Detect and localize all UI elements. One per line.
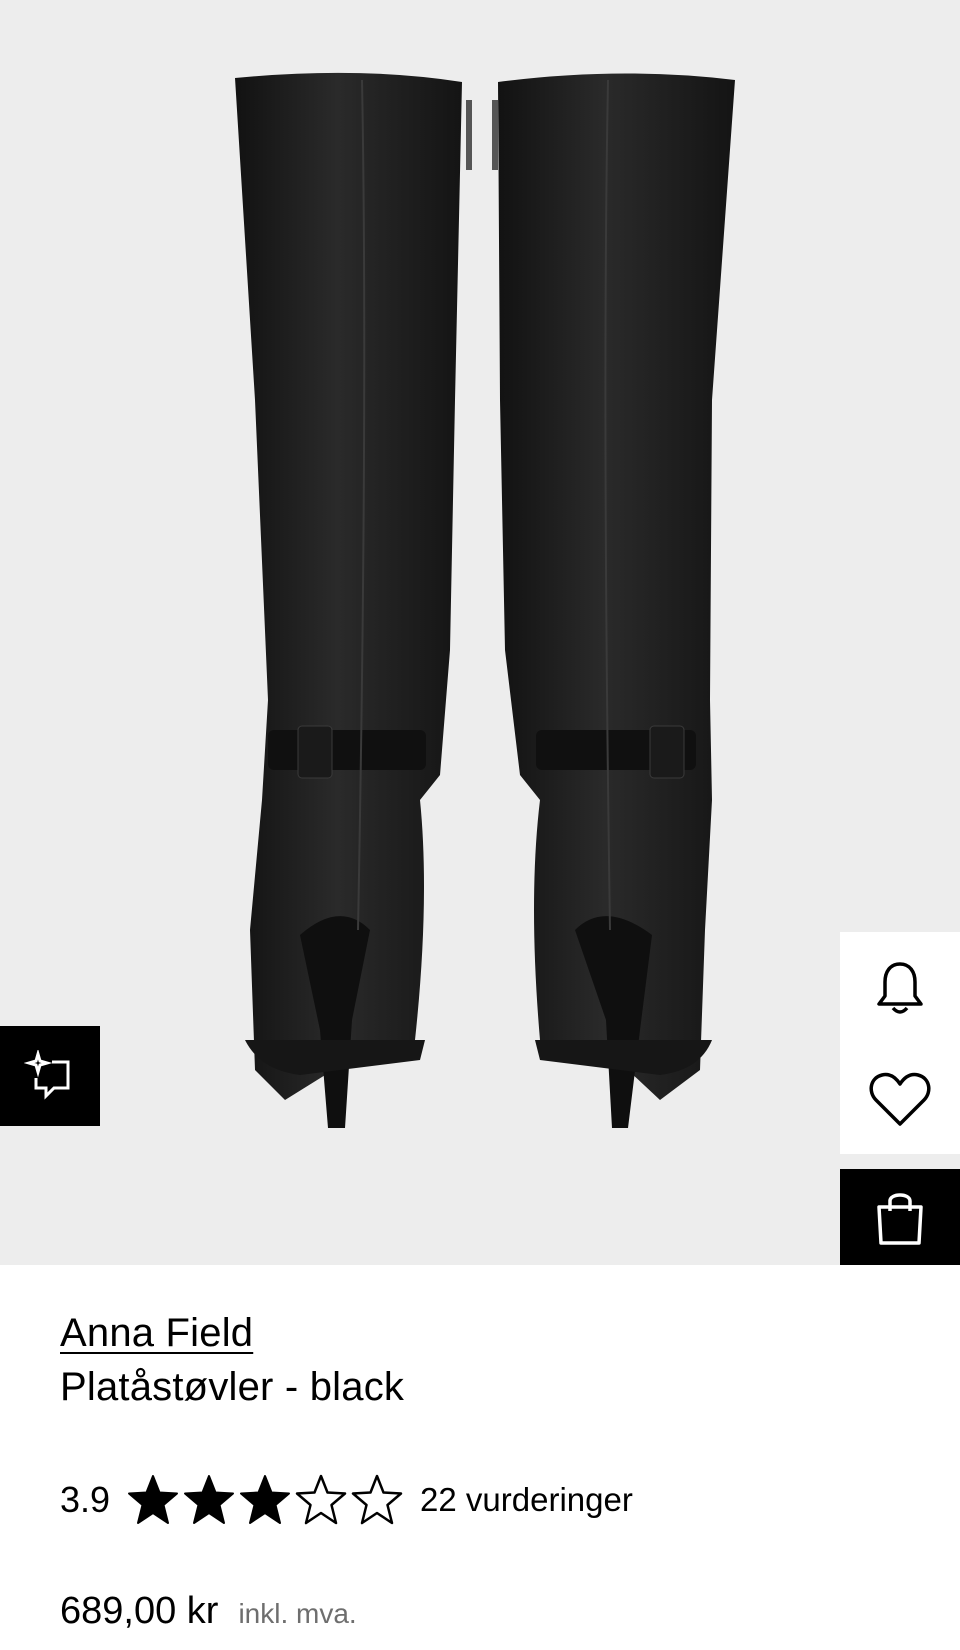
heart-icon: [869, 1072, 931, 1126]
shopping-bag-icon: [877, 1193, 923, 1245]
star-filled-icon: [184, 1475, 235, 1524]
bell-icon: [877, 961, 923, 1014]
find-similar-button[interactable]: [0, 1026, 100, 1126]
notify-button[interactable]: [840, 932, 960, 1043]
star-filled-icon: [240, 1475, 291, 1524]
sparkle-frame-icon: [24, 1050, 70, 1100]
rating-summary[interactable]: 3.9 22 vurderinger: [60, 1472, 633, 1528]
star-filled-icon: [128, 1475, 179, 1524]
price-block: 689,00 kr inkl. mva.: [60, 1590, 357, 1633]
product-image[interactable]: [0, 0, 960, 1265]
boots-image: [235, 72, 735, 1128]
add-to-bag-button[interactable]: [840, 1169, 960, 1265]
vat-note: inkl. mva.: [238, 1598, 357, 1629]
star-outline-icon: [351, 1474, 403, 1525]
brand-link[interactable]: Anna Field: [60, 1308, 253, 1358]
star-outline-icon: [295, 1474, 347, 1525]
wishlist-button[interactable]: [840, 1043, 960, 1154]
price: 689,00 kr: [60, 1590, 219, 1632]
rating-count-link[interactable]: 22 vurderinger: [420, 1481, 633, 1519]
rating-stars: [126, 1473, 404, 1527]
product-name: Platåstøvler - black: [60, 1365, 405, 1409]
product-info: Anna Field Platåstøvler - black: [60, 1308, 920, 1414]
action-rail: [840, 932, 960, 1265]
rating-value: 3.9: [60, 1479, 111, 1520]
